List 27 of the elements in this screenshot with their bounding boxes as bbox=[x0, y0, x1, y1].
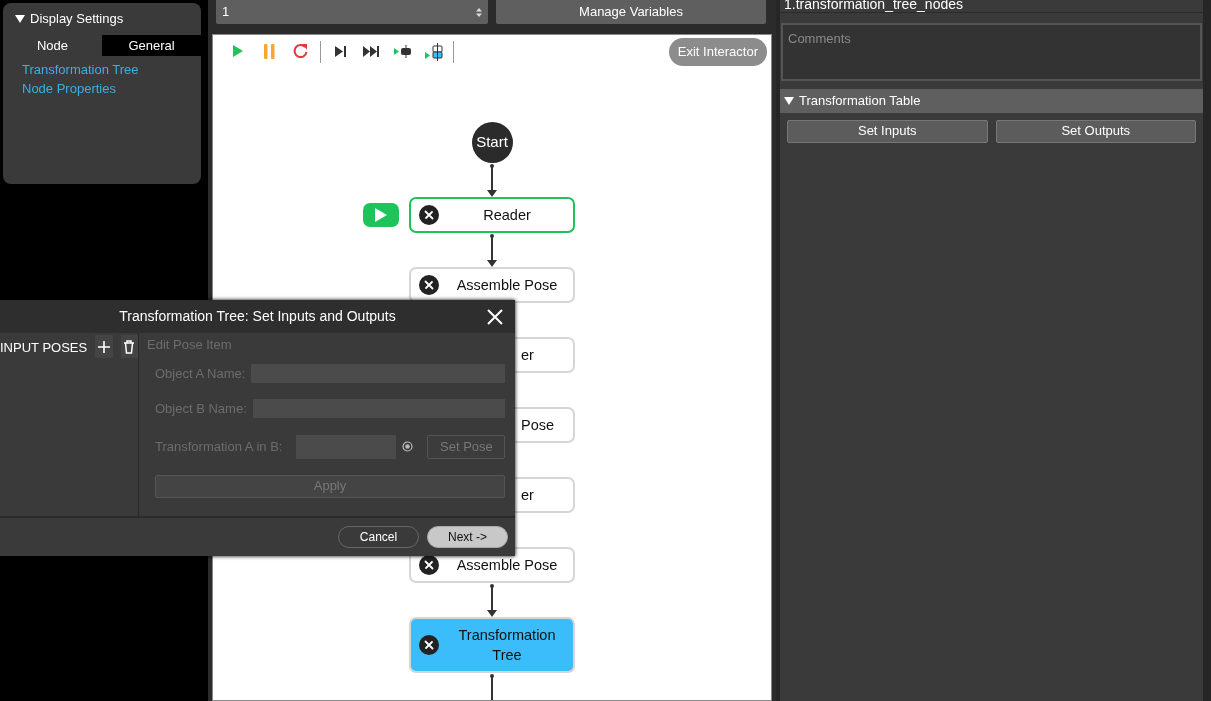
set-outputs-button[interactable]: Set Outputs bbox=[995, 119, 1196, 143]
node-label: Assemble Pose bbox=[455, 556, 559, 575]
settings-link[interactable]: Transformation Tree bbox=[3, 60, 139, 79]
manage-variables-button[interactable]: Manage Variables bbox=[496, 0, 766, 24]
node-label: Assemble Pose bbox=[455, 276, 559, 295]
cancel-button[interactable]: Cancel bbox=[338, 526, 419, 548]
settings-link[interactable]: Node Properties bbox=[3, 79, 116, 98]
panel-title: Display Settings bbox=[30, 10, 124, 28]
start-node[interactable]: Start bbox=[471, 122, 513, 163]
node-label: er bbox=[521, 346, 534, 365]
node-label: er bbox=[521, 486, 534, 505]
tab[interactable]: General bbox=[102, 34, 201, 56]
next-button[interactable]: Next -> bbox=[427, 526, 508, 548]
node-label: Pose bbox=[521, 416, 555, 435]
flow-node[interactable]: Transformation Tree bbox=[409, 617, 575, 673]
node-label: Transformation Tree bbox=[457, 626, 557, 665]
node-label: Reader bbox=[482, 206, 532, 225]
section-title: Transformation Table bbox=[799, 92, 921, 110]
tab[interactable]: Node bbox=[3, 34, 102, 56]
variable-dropdown[interactable]: 1 bbox=[216, 0, 488, 24]
exit-interactor-button[interactable]: Exit Interactor bbox=[668, 38, 767, 66]
list-header: INPUT POSES bbox=[0, 339, 88, 357]
section-header[interactable]: Transformation Table bbox=[780, 89, 1203, 113]
comments-field[interactable]: Comments bbox=[781, 23, 1202, 81]
set-inputs-button[interactable]: Set Inputs bbox=[787, 119, 988, 143]
dialog-title: Transformation Tree: Set Inputs and Outputs bbox=[119, 307, 396, 326]
flow-node[interactable]: Assemble Pose bbox=[409, 267, 575, 303]
